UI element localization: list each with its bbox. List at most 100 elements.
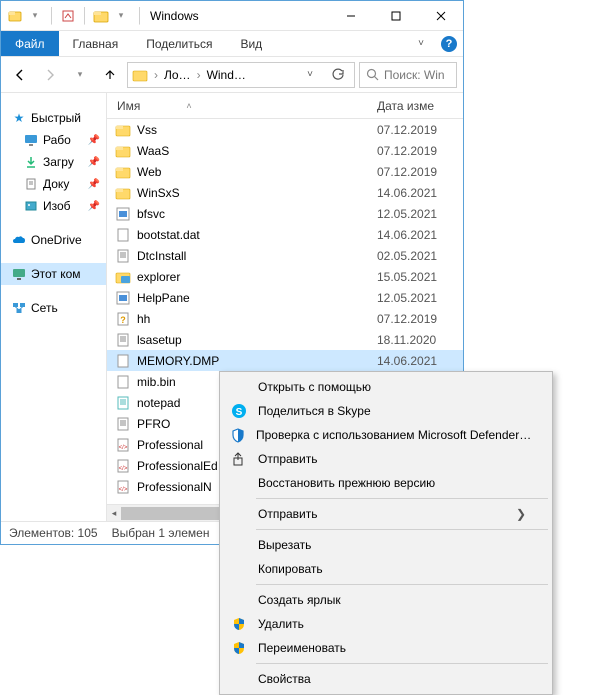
up-button[interactable] bbox=[97, 62, 123, 88]
refresh-icon[interactable] bbox=[326, 68, 350, 82]
file-row[interactable]: MEMORY.DMP14.06.2021 bbox=[107, 350, 463, 371]
file-row[interactable]: bootstat.dat 14.06.2021 bbox=[107, 224, 463, 245]
status-selection: Выбран 1 элемен bbox=[112, 526, 210, 540]
sidebar-item-this-pc[interactable]: Этот ком bbox=[1, 263, 106, 285]
menu-sendto[interactable]: Отправить ❯ bbox=[222, 502, 550, 526]
properties-icon[interactable] bbox=[60, 8, 76, 24]
help-button[interactable]: ? bbox=[435, 31, 463, 56]
chevron-down-icon[interactable]: ▾ bbox=[113, 8, 129, 24]
sidebar-item-downloads[interactable]: Загру 📌 bbox=[1, 151, 106, 173]
menu-open-with[interactable]: Открыть с помощью bbox=[222, 375, 550, 399]
column-headers: Имя ˄ Дата изме bbox=[107, 93, 463, 119]
menu-defender[interactable]: Проверка с использованием Microsoft Defe… bbox=[222, 423, 550, 447]
menu-delete[interactable]: Удалить bbox=[222, 612, 550, 636]
file-name: lsasetup bbox=[137, 333, 182, 347]
file-row[interactable]: WinSxS14.06.2021 bbox=[107, 182, 463, 203]
chevron-down-icon[interactable]: ▾ bbox=[27, 8, 43, 24]
file-type-icon: </> bbox=[115, 479, 131, 495]
menu-share[interactable]: Отправить bbox=[222, 447, 550, 471]
menu-shortcut[interactable]: Создать ярлык bbox=[222, 588, 550, 612]
forward-button[interactable] bbox=[37, 62, 63, 88]
file-name: mib.bin bbox=[137, 375, 176, 389]
documents-icon bbox=[23, 176, 39, 192]
close-button[interactable] bbox=[418, 1, 463, 30]
nav-label: Загру bbox=[43, 155, 74, 169]
menu-copy[interactable]: Копировать bbox=[222, 557, 550, 581]
tab-home[interactable]: Главная bbox=[59, 31, 133, 56]
tab-view[interactable]: Вид bbox=[226, 31, 276, 56]
menu-cut[interactable]: Вырезать bbox=[222, 533, 550, 557]
menu-rename[interactable]: Переименовать bbox=[222, 636, 550, 660]
share-icon bbox=[230, 451, 248, 467]
recent-dropdown[interactable]: ▾ bbox=[67, 62, 93, 88]
file-row[interactable]: HelpPane12.05.2021 bbox=[107, 287, 463, 308]
file-name: WinSxS bbox=[137, 186, 180, 200]
column-name[interactable]: Имя ˄ bbox=[107, 99, 377, 113]
search-input[interactable]: Поиск: Win bbox=[359, 62, 457, 88]
file-row[interactable]: Vss07.12.2019 bbox=[107, 119, 463, 140]
sort-arrow-icon: ˄ bbox=[186, 101, 191, 111]
file-type-icon bbox=[115, 227, 131, 243]
ribbon: Файл Главная Поделиться Вид ˅ ? bbox=[1, 31, 463, 57]
chevron-right-icon[interactable]: › bbox=[195, 68, 203, 82]
tab-share[interactable]: Поделиться bbox=[132, 31, 226, 56]
address-bar[interactable]: › Ло… › Wind… ˅ bbox=[127, 62, 355, 88]
address-dropdown-icon[interactable]: ˅ bbox=[298, 69, 322, 80]
ribbon-expand-icon[interactable]: ˅ bbox=[407, 31, 435, 56]
network-icon bbox=[11, 300, 27, 316]
file-type-icon bbox=[115, 353, 131, 369]
file-row[interactable]: ?hh07.12.2019 bbox=[107, 308, 463, 329]
menu-separator bbox=[256, 529, 548, 530]
maximize-button[interactable] bbox=[373, 1, 418, 30]
tab-file[interactable]: Файл bbox=[1, 31, 59, 56]
file-row[interactable]: WaaS07.12.2019 bbox=[107, 140, 463, 161]
file-type-icon: ? bbox=[115, 311, 131, 327]
skype-icon: S bbox=[230, 403, 248, 419]
status-count: Элементов: 105 bbox=[9, 526, 98, 540]
folder-icon bbox=[93, 8, 109, 24]
onedrive-icon bbox=[11, 232, 27, 248]
quick-access[interactable]: ★ Быстрый bbox=[1, 107, 106, 129]
file-name: Web bbox=[137, 165, 161, 179]
file-row[interactable]: DtcInstall 02.05.2021 bbox=[107, 245, 463, 266]
folder-small-icon bbox=[7, 8, 23, 24]
file-type-icon bbox=[115, 164, 131, 180]
file-name: explorer bbox=[137, 270, 180, 284]
file-row[interactable]: lsasetup18.11.2020 bbox=[107, 329, 463, 350]
file-date: 12.05.2021 bbox=[377, 291, 463, 305]
separator bbox=[51, 7, 52, 25]
file-date: 07.12.2019 bbox=[377, 312, 463, 326]
menu-restore[interactable]: Восстановить прежнюю версию bbox=[222, 471, 550, 495]
search-placeholder: Поиск: Win bbox=[384, 68, 445, 82]
sidebar-item-documents[interactable]: Доку 📌 bbox=[1, 173, 106, 195]
sidebar-item-onedrive[interactable]: OneDrive bbox=[1, 229, 106, 251]
separator bbox=[139, 7, 140, 25]
sidebar-item-pictures[interactable]: Изоб 📌 bbox=[1, 195, 106, 217]
menu-skype[interactable]: S Поделиться в Skype bbox=[222, 399, 550, 423]
nav-label: Сеть bbox=[31, 301, 58, 315]
back-button[interactable] bbox=[7, 62, 33, 88]
file-type-icon: </> bbox=[115, 458, 131, 474]
svg-text:</>: </> bbox=[119, 487, 128, 493]
sidebar-item-network[interactable]: Сеть bbox=[1, 297, 106, 319]
separator bbox=[84, 7, 85, 25]
breadcrumb[interactable]: Ло… bbox=[164, 68, 191, 82]
file-date: 02.05.2021 bbox=[377, 249, 463, 263]
breadcrumb[interactable]: Wind… bbox=[207, 68, 246, 82]
chevron-right-icon[interactable]: › bbox=[152, 68, 160, 82]
file-name: Professional bbox=[137, 438, 203, 452]
file-name: DtcInstall bbox=[137, 249, 186, 263]
file-type-icon bbox=[115, 416, 131, 432]
file-row[interactable]: Web07.12.2019 bbox=[107, 161, 463, 182]
column-date[interactable]: Дата изме bbox=[377, 99, 463, 113]
file-name: PFRO bbox=[137, 417, 170, 431]
file-date: 14.06.2021 bbox=[377, 354, 463, 368]
sidebar-item-desktop[interactable]: Рабо 📌 bbox=[1, 129, 106, 151]
minimize-button[interactable] bbox=[328, 1, 373, 30]
file-type-icon bbox=[115, 290, 131, 306]
file-name: bootstat.dat bbox=[137, 228, 200, 242]
file-row[interactable]: explorer15.05.2021 bbox=[107, 266, 463, 287]
file-row[interactable]: bfsvc12.05.2021 bbox=[107, 203, 463, 224]
scroll-left-icon[interactable]: ◂ bbox=[107, 505, 121, 521]
file-date: 14.06.2021 bbox=[377, 228, 463, 242]
